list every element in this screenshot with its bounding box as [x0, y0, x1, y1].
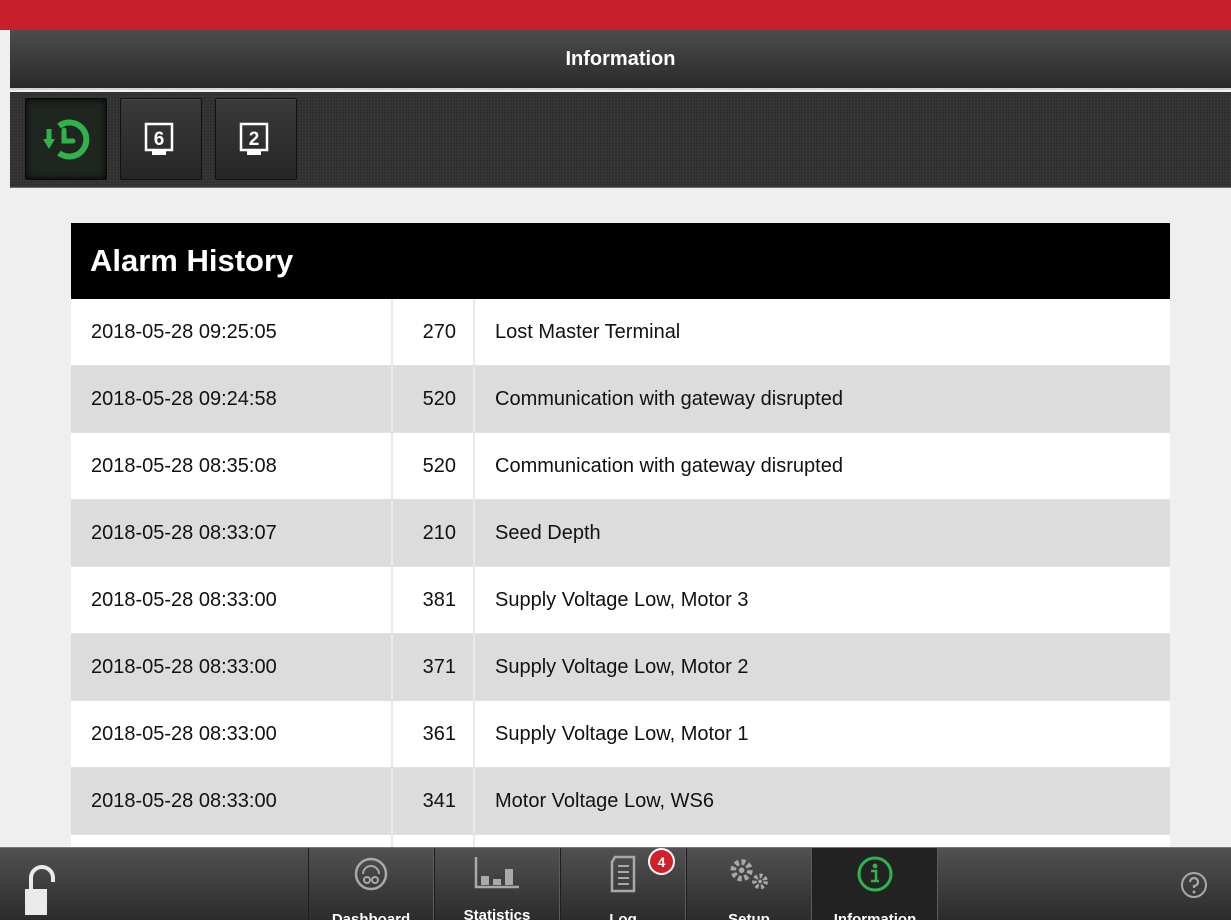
table-row[interactable]: 2018-05-28 08:33:00 371 Supply Voltage Low… [71, 634, 1170, 701]
terminal-2-button[interactable]: 2 [215, 98, 297, 180]
alarm-description: Motor Voltage Low, WS6 [495, 789, 715, 812]
tab-setup[interactable]: Setup [686, 848, 812, 920]
log-count-badge: 4 [648, 848, 675, 875]
setup-gears-icon [725, 854, 773, 894]
log-document-icon [599, 854, 647, 894]
lock-button[interactable] [22, 864, 66, 918]
statistics-bars-icon [473, 854, 521, 890]
alarm-history-panel: Alarm History 2018-05-28 09:25:05 270 Lost… [71, 223, 1170, 849]
table-row[interactable]: 2018-05-28 08:33:00 381 Supply Voltage Low… [71, 567, 1170, 634]
alarm-datetime: 2018-05-28 09:25:05 [71, 299, 393, 365]
table-row[interactable]: 2018-05-28 08:35:08 520 Communication with… [71, 433, 1170, 500]
top-accent-bar [0, 0, 1231, 30]
alarm-code: 270 [393, 299, 475, 365]
alarm-history-button[interactable] [25, 98, 107, 180]
information-icon [851, 854, 899, 894]
alarm-description: Supply Voltage Low, Motor 2 [495, 655, 749, 678]
alarm-description: Communication with gateway disrupted [495, 387, 843, 410]
alarm-code: 371 [393, 634, 475, 700]
app-screen: Information 6 2 Alarm History 2018-05-28… [0, 0, 1231, 920]
table-row[interactable]: 2018-05-28 08:33:07 210 Seed Depth [71, 500, 1170, 567]
table-row[interactable]: 2018-05-28 09:24:58 520 Communication with… [71, 366, 1170, 433]
tab-log-label: Log [609, 911, 637, 920]
toolbar: 6 2 [10, 92, 1231, 188]
tab-information[interactable]: Information [812, 848, 938, 920]
alarm-datetime: 2018-05-28 08:33:00 [71, 701, 393, 767]
alarm-description: Lost Master Terminal [495, 320, 681, 343]
alarm-history-icon [43, 119, 90, 160]
alarm-datetime: 2018-05-28 08:33:00 [71, 567, 393, 633]
alarm-datetime: 2018-05-28 08:33:00 [71, 768, 393, 834]
alarm-history-table[interactable]: 2018-05-28 09:25:05 270 Lost Master Termin… [71, 299, 1170, 849]
table-row[interactable]: 2018-05-28 08:33:00 361 Supply Voltage Low… [71, 701, 1170, 768]
terminal-6-button[interactable]: 6 [120, 98, 202, 180]
tab-statistics[interactable]: Statistics [434, 848, 560, 920]
alarm-datetime: 2018-05-28 09:24:58 [71, 366, 393, 432]
page-title: Information [565, 47, 676, 70]
table-row[interactable]: 2018-05-28 09:25:05 270 Lost Master Termin… [71, 299, 1170, 366]
svg-text:2: 2 [249, 129, 260, 150]
terminal-6-icon: 6 [144, 122, 174, 155]
alarm-description: Supply Voltage Low, Motor 3 [495, 588, 749, 611]
alarm-code: 381 [393, 567, 475, 633]
alarm-description: Communication with gateway disrupted [495, 454, 843, 477]
alarm-description: Seed Depth [495, 521, 601, 544]
terminal-2-icon: 2 [239, 122, 269, 155]
bottom-nav: Dashboard Statistics Log 4 Setup Informa… [0, 847, 1231, 920]
alarm-datetime: 2018-05-28 08:35:08 [71, 433, 393, 499]
alarm-code: 210 [393, 500, 475, 566]
dashboard-gauge-icon [347, 854, 395, 894]
alarm-datetime: 2018-05-28 08:33:07 [71, 500, 393, 566]
alarm-code: 341 [393, 768, 475, 834]
help-icon [1181, 872, 1207, 898]
tab-setup-label: Setup [728, 911, 770, 920]
alarm-datetime: 2018-05-28 08:33:00 [71, 634, 393, 700]
tab-statistics-label: Statistics [463, 907, 531, 920]
table-row[interactable]: 2018-05-28 08:33:00 341 Motor Voltage Low,… [71, 768, 1170, 835]
alarm-history-title: Alarm History [71, 223, 1170, 299]
tab-dashboard[interactable]: Dashboard [308, 848, 434, 920]
tab-information-label: Information [833, 911, 917, 920]
alarm-code: 520 [393, 433, 475, 499]
unlock-icon [25, 865, 55, 915]
svg-text:6: 6 [154, 129, 165, 150]
help-button[interactable] [1179, 870, 1209, 900]
content-area: Alarm History 2018-05-28 09:25:05 270 Lost… [0, 189, 1231, 849]
alarm-code: 520 [393, 366, 475, 432]
tab-dashboard-label: Dashboard [331, 911, 411, 920]
alarm-description: Supply Voltage Low, Motor 1 [495, 722, 749, 745]
title-bar: Information [10, 30, 1231, 90]
alarm-code: 361 [393, 701, 475, 767]
